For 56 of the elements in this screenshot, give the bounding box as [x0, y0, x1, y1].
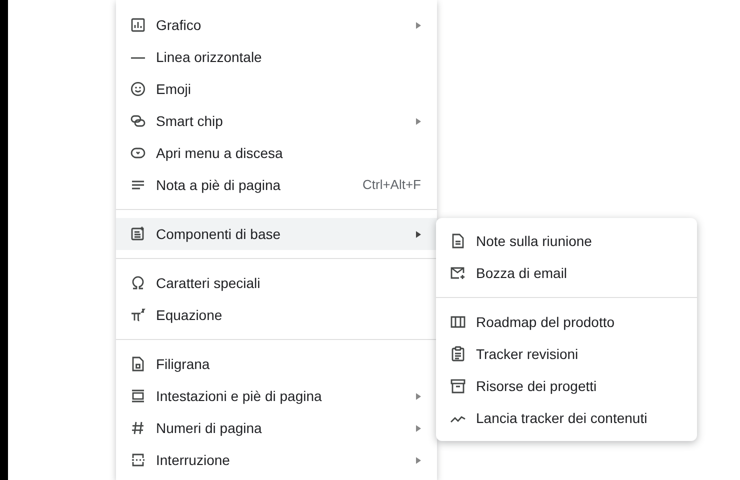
map-icon	[450, 314, 466, 330]
menu-item-label: Nota a piè di pagina	[156, 176, 282, 195]
menu-item[interactable]: Interruzione	[116, 444, 437, 476]
pi-icon	[130, 307, 146, 323]
omega-icon	[130, 275, 146, 291]
menu-item-label: Caratteri speciali	[156, 274, 262, 293]
horizontal-line-icon	[130, 56, 146, 58]
menu-item[interactable]: Lancia tracker dei contenuti	[436, 402, 697, 434]
menu-item[interactable]: Bozza di email	[436, 257, 697, 289]
menu-item[interactable]: Risorse dei progetti	[436, 370, 697, 402]
header-footer-icon	[130, 388, 146, 404]
menu-item-label: Bozza di email	[476, 264, 568, 282]
menu-item-label: Intestazioni e piè di pagina	[156, 386, 323, 406]
menu-item-label: Emoji	[156, 80, 192, 99]
menu-item[interactable]: Filigrana	[116, 348, 437, 380]
menu-item[interactable]: Smart chip	[116, 105, 437, 137]
menu-item-label: Lancia tracker dei contenuti	[476, 408, 648, 428]
dropdown-icon	[130, 145, 146, 161]
menu-item-label: Risorse dei progetti	[476, 376, 598, 396]
chart-icon	[130, 17, 146, 33]
shortcut-label: Ctrl+Alt+F	[362, 176, 421, 194]
menu-item[interactable]: Caratteri speciali	[116, 267, 437, 299]
document-add-icon	[130, 226, 146, 242]
archive-icon	[450, 378, 466, 394]
menu-item[interactable]: Grafico	[116, 9, 437, 41]
menu-item[interactable]: Linea orizzontale	[116, 41, 437, 73]
file-icon	[130, 356, 146, 372]
emoji-icon	[130, 81, 146, 97]
email-icon	[450, 265, 466, 281]
menu-item-label: Componenti di base	[156, 224, 282, 244]
menu-item[interactable]: Numeri di pagina	[116, 412, 437, 444]
menu-item-label: Grafico	[156, 16, 202, 34]
menu-item-label: Interruzione	[156, 450, 231, 470]
menu-item-label: Numeri di pagina	[156, 418, 263, 438]
menu-item[interactable]: Note sulla riunione	[436, 225, 697, 257]
menu-item[interactable]: Equazione	[116, 299, 437, 331]
menu-item[interactable]: Tracker revisioni	[436, 338, 697, 370]
page-break-icon	[130, 452, 146, 468]
menu-item[interactable]: Intestazioni e piè di pagina	[116, 380, 437, 412]
menu-item-label: Linea orizzontale	[156, 48, 263, 66]
menu-item-label: Filigrana	[156, 354, 211, 374]
menu-item-label: Roadmap del prodotto	[476, 312, 616, 332]
menu-item-label: Equazione	[156, 306, 224, 325]
menu-item[interactable]: Apri menu a discesa	[116, 137, 437, 169]
menu-item-label: Apri menu a discesa	[156, 144, 284, 163]
chip-icon	[130, 113, 146, 129]
menu-item[interactable]: Nota a piè di pagina Ctrl+Alt+F	[116, 169, 437, 201]
menu-item-label: Tracker revisioni	[476, 344, 580, 364]
menu-item[interactable]: Emoji	[116, 73, 437, 105]
hash-icon	[130, 420, 146, 436]
clipboard-icon	[450, 346, 466, 362]
menu-item-label: Smart chip	[156, 112, 224, 131]
menu-item[interactable]: Componenti di base	[116, 218, 437, 250]
document-icon	[450, 233, 466, 249]
menu-item-label: Note sulla riunione	[476, 232, 593, 250]
menu-item[interactable]: Roadmap del prodotto	[436, 306, 697, 338]
